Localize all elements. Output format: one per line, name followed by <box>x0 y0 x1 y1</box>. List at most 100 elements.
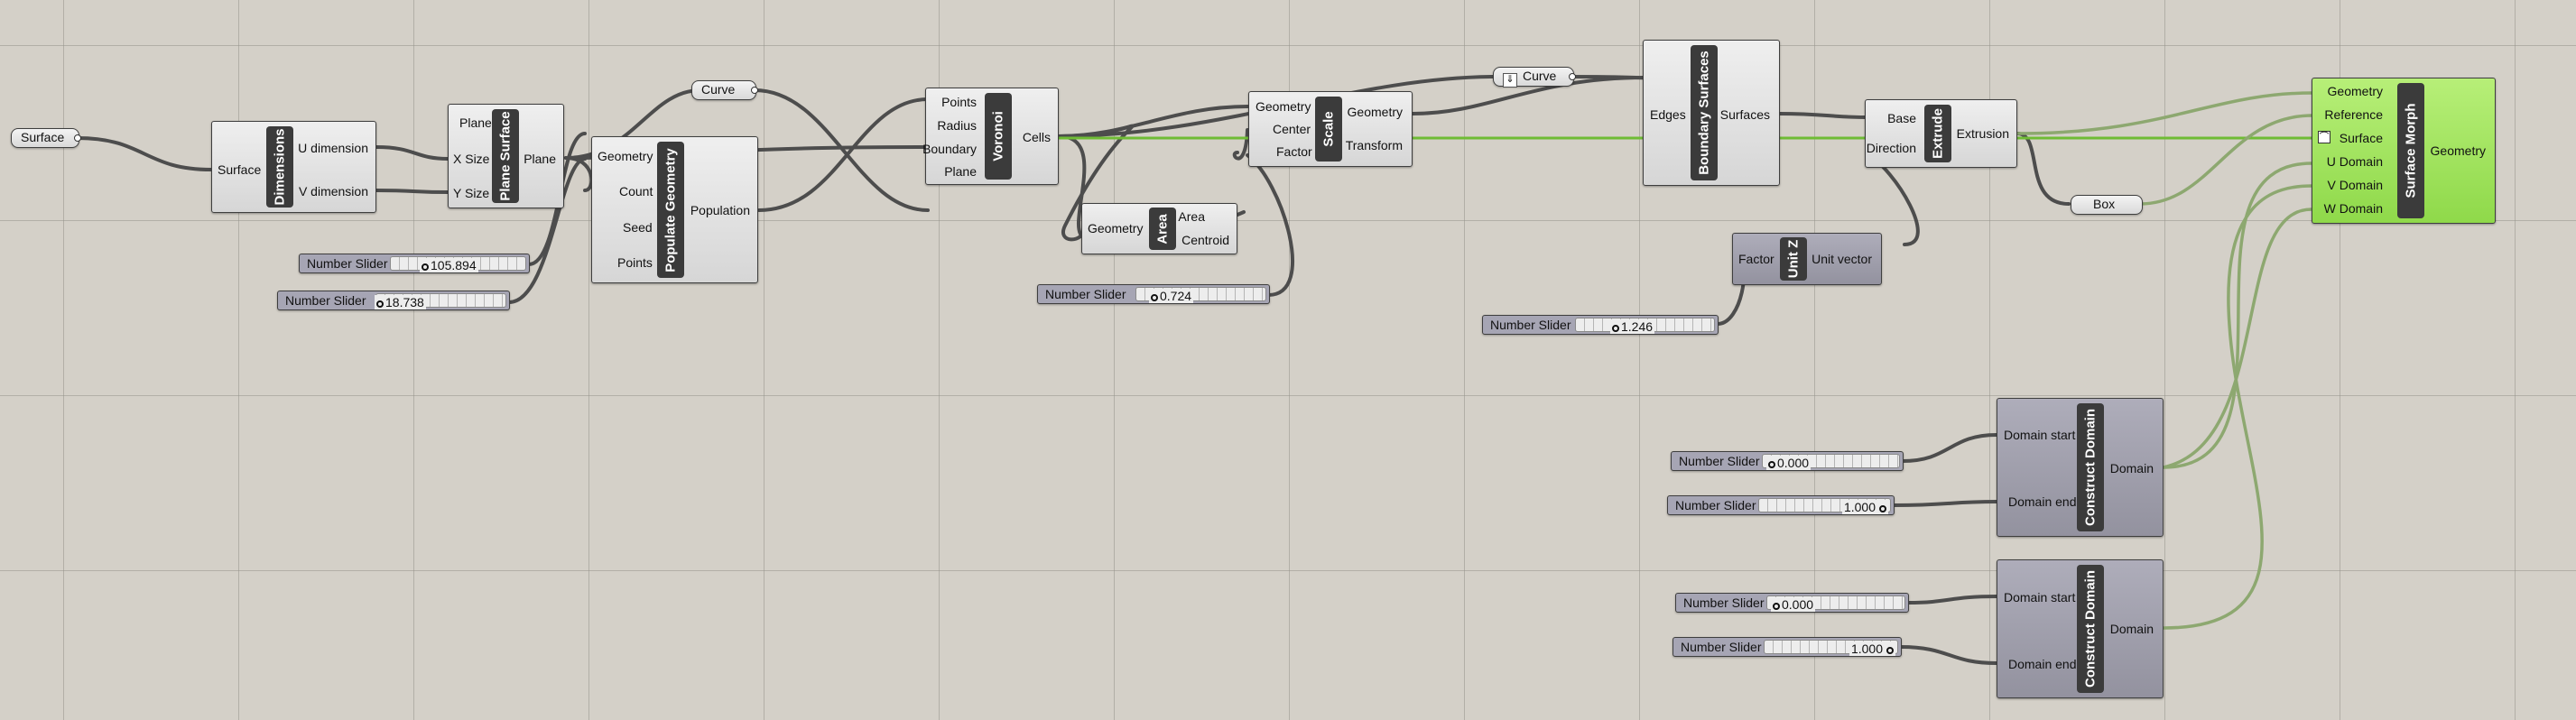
extrude-component[interactable]: Extrude Base Direction Extrusion <box>1865 99 2017 168</box>
unit-z-component[interactable]: Unit Z Factor Unit vector <box>1732 233 1882 285</box>
input-surface[interactable]: Surface <box>2340 131 2383 145</box>
output-v-dimension[interactable]: V dimension <box>299 184 368 198</box>
input-domain-end[interactable]: Domain end <box>2008 657 2077 671</box>
input-domain-start[interactable]: Domain start <box>2004 428 2075 442</box>
populate-geometry-component[interactable]: Populate Geometry Geometry Count Seed Po… <box>591 136 758 283</box>
number-slider[interactable]: Number Slider 105.894 <box>299 254 530 273</box>
output-area[interactable]: Area <box>1178 209 1205 224</box>
output-grip[interactable] <box>751 87 758 94</box>
number-slider[interactable]: Number Slider 1.246 <box>1482 315 1719 335</box>
area-component[interactable]: Area Geometry Area Centroid <box>1081 203 1237 254</box>
slider-grip[interactable] <box>1612 325 1619 332</box>
slider-value[interactable]: 1.246 <box>1610 319 1655 334</box>
input-geometry[interactable]: Geometry <box>2328 84 2383 98</box>
output-u-dimension[interactable]: U dimension <box>298 141 368 155</box>
number-slider[interactable]: Number Slider 0.724 <box>1037 284 1270 304</box>
output-centroid[interactable]: Centroid <box>1181 233 1229 247</box>
slider-track[interactable]: 105.894 <box>390 256 526 272</box>
slider-value[interactable]: 1.000 <box>1841 500 1888 514</box>
input-boundary[interactable]: Boundary <box>922 142 977 156</box>
slider-track[interactable]: 18.738 <box>375 293 506 309</box>
slider-grip[interactable] <box>376 300 384 308</box>
slider-label: Number Slider <box>1679 454 1760 468</box>
input-points[interactable]: Points <box>941 95 977 109</box>
output-geometry[interactable]: Geometry <box>1348 105 1403 119</box>
output-plane[interactable]: Plane <box>524 152 556 166</box>
input-factor[interactable]: Factor <box>1738 252 1774 266</box>
slider-track[interactable]: 1.000 <box>1764 640 1898 656</box>
slider-track[interactable]: 0.724 <box>1135 287 1266 303</box>
number-slider[interactable]: Number Slider 0.000 <box>1671 451 1904 471</box>
input-u-domain[interactable]: U Domain <box>2327 154 2383 169</box>
slider-grip[interactable] <box>422 263 429 271</box>
input-geometry[interactable]: Geometry <box>1256 99 1311 114</box>
output-population[interactable]: Population <box>690 203 750 217</box>
input-direction[interactable]: Direction <box>1867 141 1916 155</box>
input-count[interactable]: Count <box>619 184 653 198</box>
slider-track[interactable]: 1.246 <box>1575 318 1715 334</box>
input-surface[interactable]: Surface <box>218 162 261 177</box>
scale-component[interactable]: Scale Geometry Center Factor Geometry Tr… <box>1248 91 1413 167</box>
slider-value[interactable]: 0.724 <box>1149 289 1194 303</box>
curve-param[interactable]: Curve <box>691 80 756 100</box>
slider-track[interactable]: 1.000 <box>1758 498 1891 514</box>
input-base[interactable]: Base <box>1887 111 1916 125</box>
output-grip[interactable] <box>74 134 81 142</box>
input-plane[interactable]: Plane <box>944 164 977 179</box>
output-geometry[interactable]: Geometry <box>2431 143 2486 158</box>
input-y-size[interactable]: Y Size <box>453 186 489 200</box>
dimensions-component[interactable]: Dimensions Surface U dimension V dimensi… <box>211 121 376 213</box>
slider-grip[interactable] <box>1773 603 1780 610</box>
voronoi-component[interactable]: Voronoi Points Radius Boundary Plane Cel… <box>922 88 1059 185</box>
input-domain-start[interactable]: Domain start <box>2004 590 2075 605</box>
surface-param[interactable]: Surface <box>11 128 79 148</box>
input-edges[interactable]: Edges <box>1650 107 1686 122</box>
input-center[interactable]: Center <box>1273 122 1311 136</box>
slider-grip[interactable] <box>1886 647 1894 654</box>
boundary-surfaces-component[interactable]: Boundary Surfaces Edges Surfaces <box>1643 40 1780 186</box>
slider-label: Number Slider <box>1681 640 1762 654</box>
number-slider[interactable]: Number Slider 1.000 <box>1667 495 1895 515</box>
output-surfaces[interactable]: Surfaces <box>1720 107 1770 122</box>
input-radius[interactable]: Radius <box>937 118 977 133</box>
output-domain[interactable]: Domain <box>2110 622 2154 636</box>
number-slider[interactable]: Number Slider 0.000 <box>1675 593 1909 613</box>
output-grip[interactable] <box>1569 73 1576 80</box>
input-geometry[interactable]: Geometry <box>598 149 653 163</box>
output-unit-vector[interactable]: Unit vector <box>1812 252 1872 266</box>
input-factor[interactable]: Factor <box>1276 144 1312 159</box>
input-plane[interactable]: Plane <box>459 115 492 130</box>
input-reference[interactable]: Reference <box>2324 107 2383 122</box>
construct-domain-component[interactable]: Construct Domain Domain start Domain end… <box>1997 559 2164 698</box>
slider-value[interactable]: 0.000 <box>1766 456 1812 470</box>
slider-grip[interactable] <box>1151 294 1158 301</box>
output-extrusion[interactable]: Extrusion <box>1957 126 2009 141</box>
curve-param-internalised[interactable]: ⇓ Curve <box>1493 67 1574 88</box>
input-w-domain[interactable]: W Domain <box>2324 201 2383 216</box>
slider-value[interactable]: 105.894 <box>420 258 478 272</box>
input-domain-end[interactable]: Domain end <box>2008 494 2077 509</box>
wire <box>375 189 449 194</box>
output-transform[interactable]: Transform <box>1346 138 1403 152</box>
slider-track[interactable]: 0.000 <box>1766 595 1905 612</box>
number-slider[interactable]: Number Slider 1.000 <box>1673 637 1902 657</box>
slider-value[interactable]: 18.738 <box>375 295 426 309</box>
slider-grip[interactable] <box>1768 461 1775 468</box>
input-v-domain[interactable]: V Domain <box>2328 178 2383 192</box>
slider-track[interactable]: 0.000 <box>1762 454 1900 470</box>
output-cells[interactable]: Cells <box>1023 130 1051 144</box>
input-geometry[interactable]: Geometry <box>1088 221 1143 235</box>
box-param[interactable]: Box <box>2071 195 2143 215</box>
plane-surface-component[interactable]: Plane Surface Plane X Size Y Size Plane <box>448 104 564 208</box>
slider-value[interactable]: 0.000 <box>1771 597 1816 612</box>
slider-value[interactable]: 1.000 <box>1849 642 1895 656</box>
input-points[interactable]: Points <box>617 255 653 270</box>
output-domain[interactable]: Domain <box>2110 461 2154 475</box>
slider-grip[interactable] <box>1879 505 1886 512</box>
input-x-size[interactable]: X Size <box>453 152 489 166</box>
reparameterize-icon[interactable]: ⌒ <box>2318 131 2330 143</box>
surface-morph-component[interactable]: Surface Morph Geometry Reference Surface… <box>2312 78 2496 224</box>
construct-domain-component[interactable]: Construct Domain Domain start Domain end… <box>1997 398 2164 537</box>
input-seed[interactable]: Seed <box>623 220 653 235</box>
number-slider[interactable]: Number Slider 18.738 <box>277 291 510 310</box>
